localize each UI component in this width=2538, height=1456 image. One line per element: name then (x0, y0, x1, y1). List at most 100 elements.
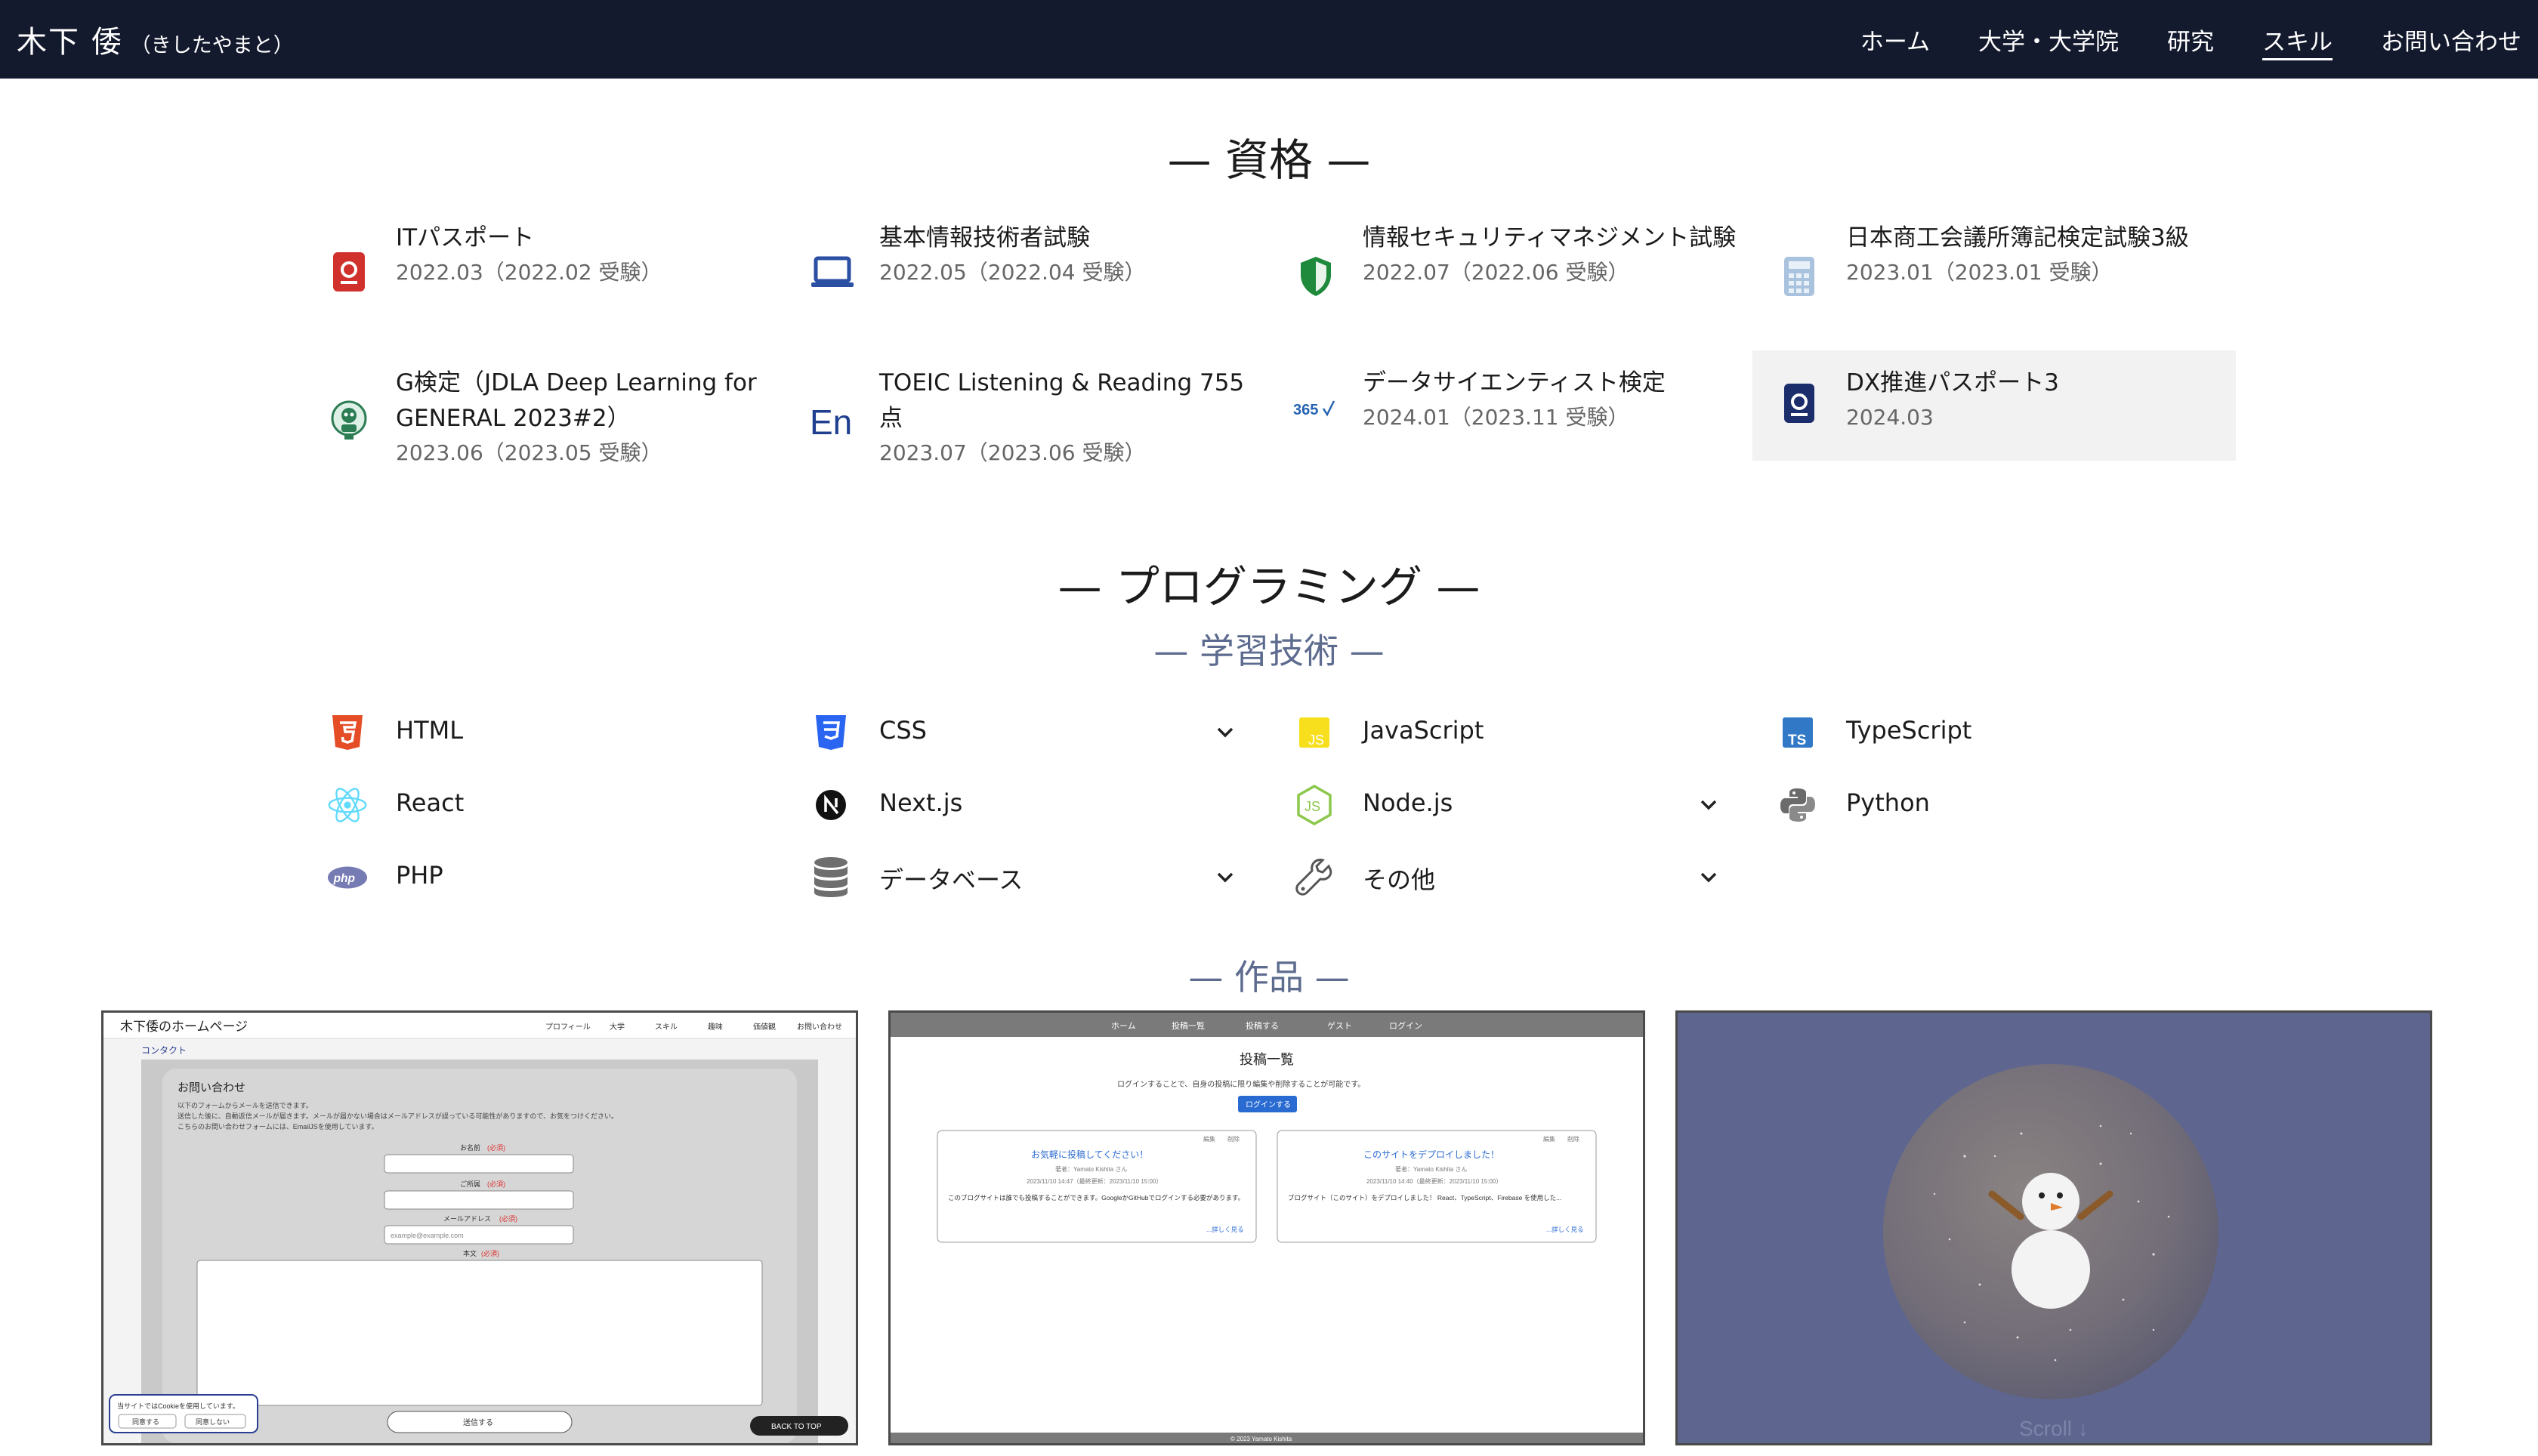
work-thumbnail-contact-site[interactable]: 木下倭のホームページ プロフィール 大学 スキル 趣味 価値観 お問い合わせ コ… (101, 1010, 858, 1445)
tech-label: データベース (879, 865, 1024, 894)
shot-post-title: お気軽に投稿してください！ (1031, 1149, 1148, 1160)
site-brand[interactable]: 木下 倭 （きしたやまと） (17, 17, 294, 61)
cert-name: 日本商工会議所簿記検定試験3級 (1846, 224, 2189, 251)
shot-back-to-top: BACK TO TOP (771, 1423, 822, 1431)
cert-name: TOEIC Listening & Reading 755点 (879, 369, 1245, 432)
robot-badge-icon (326, 397, 372, 443)
svg-text:En: En (810, 403, 852, 440)
cert-item: ITパスポート 2022.03（2022.02 受験） (311, 221, 795, 329)
cert-date: 2022.05（2022.04 受験） (879, 260, 1146, 285)
nav-home[interactable]: ホーム (1860, 0, 1930, 79)
shot-scroll-text: Scroll ↓ (2019, 1417, 2089, 1440)
shot-breadcrumb: コンタクト (141, 1045, 187, 1056)
tech-item-php[interactable]: php PHP (311, 847, 795, 908)
shot-post-more: ...詳しく見る (1546, 1226, 1584, 1233)
shot-post-body: ブログサイト（このサイト）をデプロイしました！ React、TypeScript… (1288, 1194, 1561, 1202)
cert-date: 2024.01（2023.11 受験） (1363, 405, 1629, 430)
cert-item: 基本情報技術者試験 2022.05（2022.04 受験） (795, 221, 1278, 329)
learning-tech-subtitle: — 学習技術 — (1153, 631, 1385, 671)
programming-title: — プログラミング — (1058, 561, 1480, 612)
cert-date: 2024.03 (1846, 405, 1934, 430)
cert-item: 情報セキュリティマネジメント試験 2022.07（2022.06 受験） (1278, 221, 1761, 329)
chevron-down-icon[interactable] (1698, 794, 1719, 816)
shot-email-placeholder: example@example.com (391, 1232, 464, 1239)
shot-intro-line: 以下のフォームからメールを送信できます。 (178, 1101, 313, 1109)
tech-item-nextjs[interactable]: Next.js (795, 775, 1278, 835)
cert-name: 情報セキュリティマネジメント試験 (1363, 224, 1737, 251)
tech-item-nodejs[interactable]: JS Node.js (1278, 775, 1761, 835)
shot-nav-item: 投稿一覧 (1172, 1020, 1205, 1031)
tech-item-typescript[interactable]: TS TypeScript (1761, 702, 2245, 763)
svg-text:365: 365 (1293, 402, 1318, 418)
chevron-down-icon[interactable] (1215, 867, 1236, 888)
shot-nav-item: 投稿する (1246, 1020, 1279, 1031)
shot-label: お名前 (460, 1143, 480, 1152)
react-icon (326, 784, 369, 826)
tech-label: その他 (1363, 865, 1436, 894)
main-nav: ホーム 大学・大学院 研究 スキル お問い合わせ (1812, 0, 2521, 79)
nav-research[interactable]: 研究 (2167, 0, 2214, 79)
shot-notice: ログインすることで、自身の投稿に限り編集や削除することが可能です。 (1117, 1079, 1365, 1089)
nav-contact[interactable]: お問い合わせ (2381, 0, 2521, 79)
365-logo-icon: 365 (1293, 387, 1338, 432)
tech-item-python[interactable]: Python (1761, 775, 2245, 835)
tech-label: Node.js (1363, 788, 1453, 817)
en-text-icon: En (810, 399, 855, 444)
shot-nav-item: ログイン (1389, 1020, 1422, 1031)
svg-text:JS: JS (1308, 733, 1324, 748)
cert-item: 日本商工会議所簿記検定試験3級 2023.01（2023.01 受験） (1761, 221, 2245, 329)
shot-heading: お問い合わせ (178, 1081, 245, 1094)
nodejs-icon: JS (1293, 784, 1335, 826)
laptop-icon (810, 249, 855, 295)
shot-post-edit: 編集 (1203, 1135, 1215, 1143)
shot-nav-item: プロフィール (545, 1023, 591, 1032)
cert-name: G検定（JDLA Deep Learning for GENERAL 2023#… (396, 369, 757, 432)
nav-skills[interactable]: スキル (2262, 0, 2333, 79)
shot-post-author: 著者：Yamato Kishita さん (1395, 1165, 1467, 1173)
calculator-icon (1777, 254, 1822, 299)
tech-item-others[interactable]: その他 (1278, 847, 1761, 908)
tech-item-javascript[interactable]: JS JavaScript (1278, 702, 1761, 763)
work-thumbnail-blog-site[interactable]: ホーム 投稿一覧 投稿する ゲスト ログイン 投稿一覧 ログインすることで、自身… (888, 1010, 1645, 1445)
shot-post-delete: 削除 (1567, 1135, 1579, 1143)
shot-post-dates: 2023/11/10 14:47（最終更新：2023/11/10 15:00） (1027, 1177, 1162, 1185)
passport-icon (326, 249, 372, 295)
svg-text:php: php (333, 872, 355, 885)
nav-university[interactable]: 大学・大学院 (1978, 0, 2119, 79)
nextjs-icon (810, 784, 852, 826)
shot-required: (必須) (499, 1214, 517, 1223)
tech-item-database[interactable]: データベース (795, 847, 1278, 908)
chevron-down-icon[interactable] (1215, 722, 1236, 743)
shot-intro-line: こちらのお問い合わせフォームには、EmailJSを使用しています。 (178, 1122, 378, 1131)
cert-date: 2022.07（2022.06 受験） (1363, 260, 1629, 285)
cert-item-highlighted: DX推進パスポート3 2024.03 (1752, 350, 2236, 461)
shot-submit: 送信する (463, 1417, 493, 1427)
ts-icon: TS (1777, 711, 1819, 754)
tech-item-css[interactable]: CSS (795, 702, 1278, 763)
shot-post-dates: 2023/11/10 14:40（最終更新：2023/11/10 15:00） (1366, 1177, 1502, 1185)
shot-post-more: ...詳しく見る (1206, 1226, 1244, 1233)
tech-label: PHP (396, 861, 443, 890)
shot-nav-item: ホーム (1111, 1021, 1136, 1031)
cert-item: En TOEIC Listening & Reading 755点 2023.0… (795, 366, 1278, 474)
shot-post-author: 著者：Yamato Kishita さん (1055, 1165, 1127, 1173)
tech-item-html[interactable]: HTML (311, 702, 795, 763)
wrench-icon (1293, 856, 1335, 899)
shot-nav-item: スキル (655, 1023, 678, 1032)
shot-required: (必須) (481, 1249, 499, 1257)
cert-date: 2023.07（2023.06 受験） (879, 440, 1146, 465)
shot-site-title: 木下倭のホームページ (120, 1020, 248, 1034)
shot-nav-item: 趣味 (708, 1022, 723, 1032)
shot-nav-item: 大学 (610, 1022, 625, 1032)
chevron-down-icon[interactable] (1698, 867, 1719, 888)
shot-post-edit: 編集 (1543, 1135, 1555, 1143)
cert-item: 365 データサイエンティスト検定 2024.01（2023.11 受験） (1278, 366, 1761, 474)
shot-nav-item: お問い合わせ (797, 1022, 842, 1032)
tech-item-react[interactable]: React (311, 775, 795, 835)
site-owner-reading: （きしたやまと） (130, 34, 294, 57)
cert-item: G検定（JDLA Deep Learning for GENERAL 2023#… (311, 366, 795, 474)
work-thumbnail-snowglobe[interactable]: Scroll ↓ (1675, 1010, 2432, 1445)
shot-label: 本文 (463, 1249, 477, 1257)
css3-icon (810, 711, 852, 754)
shot-label: ご所属 (460, 1180, 480, 1188)
